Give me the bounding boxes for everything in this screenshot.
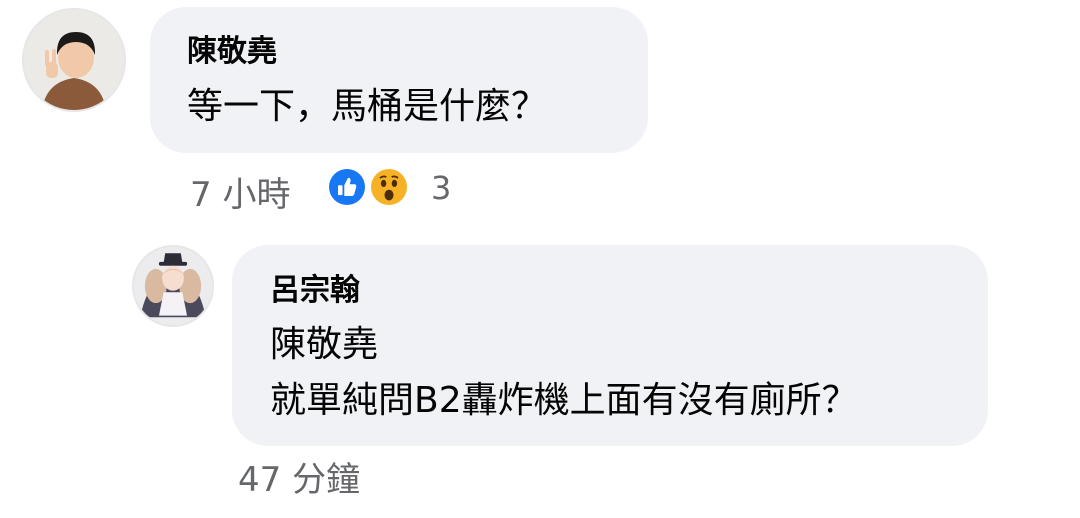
reply-author[interactable]: 呂宗翰 <box>270 276 360 306</box>
avatar-child-photo <box>24 10 124 110</box>
comment-timestamp[interactable]: 7 小時 <box>190 178 290 212</box>
comment-text: 等一下，馬桶是什麼？ <box>187 86 548 127</box>
reply-mention[interactable]: 陳敬堯 <box>270 327 378 363</box>
like-icon[interactable] <box>326 166 368 208</box>
avatar-replier[interactable] <box>132 245 214 327</box>
wow-icon[interactable] <box>368 166 410 208</box>
comment-author[interactable]: 陳敬堯 <box>187 37 277 67</box>
reply-text: 就單純問B2轟炸機上面有沒有廁所？ <box>270 380 858 421</box>
reply-bubble: 呂宗翰 陳敬堯 就單純問B2轟炸機上面有沒有廁所？ <box>232 245 988 446</box>
reaction-count[interactable]: 3 <box>431 172 451 204</box>
comment-thread: 陳敬堯 等一下，馬桶是什麼？ 7 小時 3 呂宗翰 陳敬堯 就單純問B2轟炸機上… <box>0 0 1080 518</box>
avatar-anime-character <box>134 247 212 325</box>
comment-bubble: 陳敬堯 等一下，馬桶是什麼？ <box>150 7 648 153</box>
reply-timestamp[interactable]: 47 分鐘 <box>238 463 360 497</box>
avatar-commenter[interactable] <box>22 8 126 112</box>
